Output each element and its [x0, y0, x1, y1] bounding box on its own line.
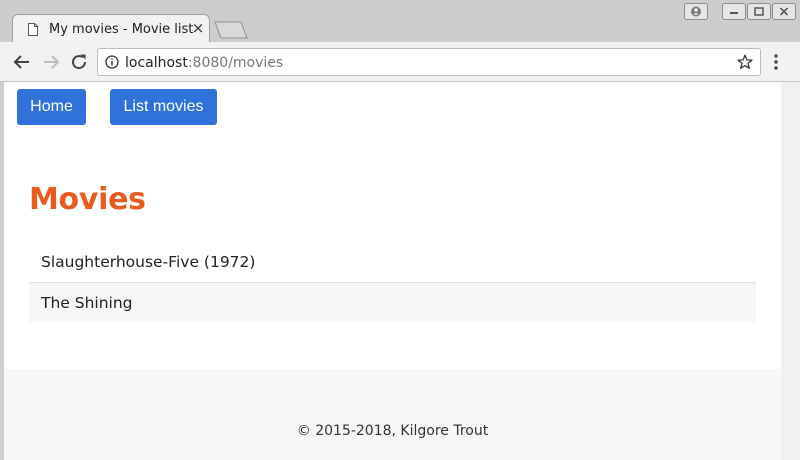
list-item[interactable]: The Shining	[29, 282, 756, 322]
page-icon	[28, 23, 38, 36]
minimize-button[interactable]	[722, 3, 746, 20]
list-movies-button[interactable]: List movies	[110, 89, 217, 125]
tab-title: My movies - Movie list	[49, 22, 194, 37]
maximize-icon	[754, 7, 764, 16]
footer-copyright: © 2015-2018, Kilgore Trout	[296, 423, 489, 439]
browser-toolbar: localhost:8080/movies	[0, 42, 800, 82]
window-close-icon	[779, 7, 789, 16]
url-path: :8080/movies	[187, 55, 284, 71]
info-icon[interactable]	[105, 55, 119, 69]
footer: © 2015-2018, Kilgore Trout	[4, 369, 781, 460]
close-icon[interactable]: ×	[191, 19, 205, 37]
url-host: localhost	[125, 55, 188, 71]
browser-tab-active[interactable]: My movies - Movie list ×	[12, 14, 210, 45]
page-title: Movies	[29, 182, 146, 217]
back-icon[interactable]	[11, 51, 33, 73]
new-tab-button[interactable]	[214, 21, 248, 39]
menu-icon[interactable]	[770, 52, 782, 72]
url-text[interactable]: localhost:8080/movies	[125, 55, 283, 71]
address-bar[interactable]: localhost:8080/movies	[97, 48, 761, 76]
forward-icon[interactable]	[40, 51, 62, 73]
movie-list: Slaughterhouse-Five (1972) The Shining	[29, 242, 756, 322]
page-viewport: Home List movies Movies Slaughterhouse-F…	[4, 82, 781, 460]
home-button[interactable]: Home	[17, 89, 86, 125]
scrollbar-track[interactable]	[781, 82, 800, 460]
person-icon	[691, 6, 701, 17]
window-close-button[interactable]	[772, 3, 796, 20]
profile-button[interactable]	[684, 3, 708, 20]
reload-icon[interactable]	[68, 51, 90, 73]
list-item[interactable]: Slaughterhouse-Five (1972)	[29, 242, 756, 282]
star-icon[interactable]	[737, 54, 753, 70]
browser-titlebar: My movies - Movie list ×	[0, 0, 800, 45]
maximize-button[interactable]	[747, 3, 771, 20]
minimize-icon	[730, 12, 738, 14]
